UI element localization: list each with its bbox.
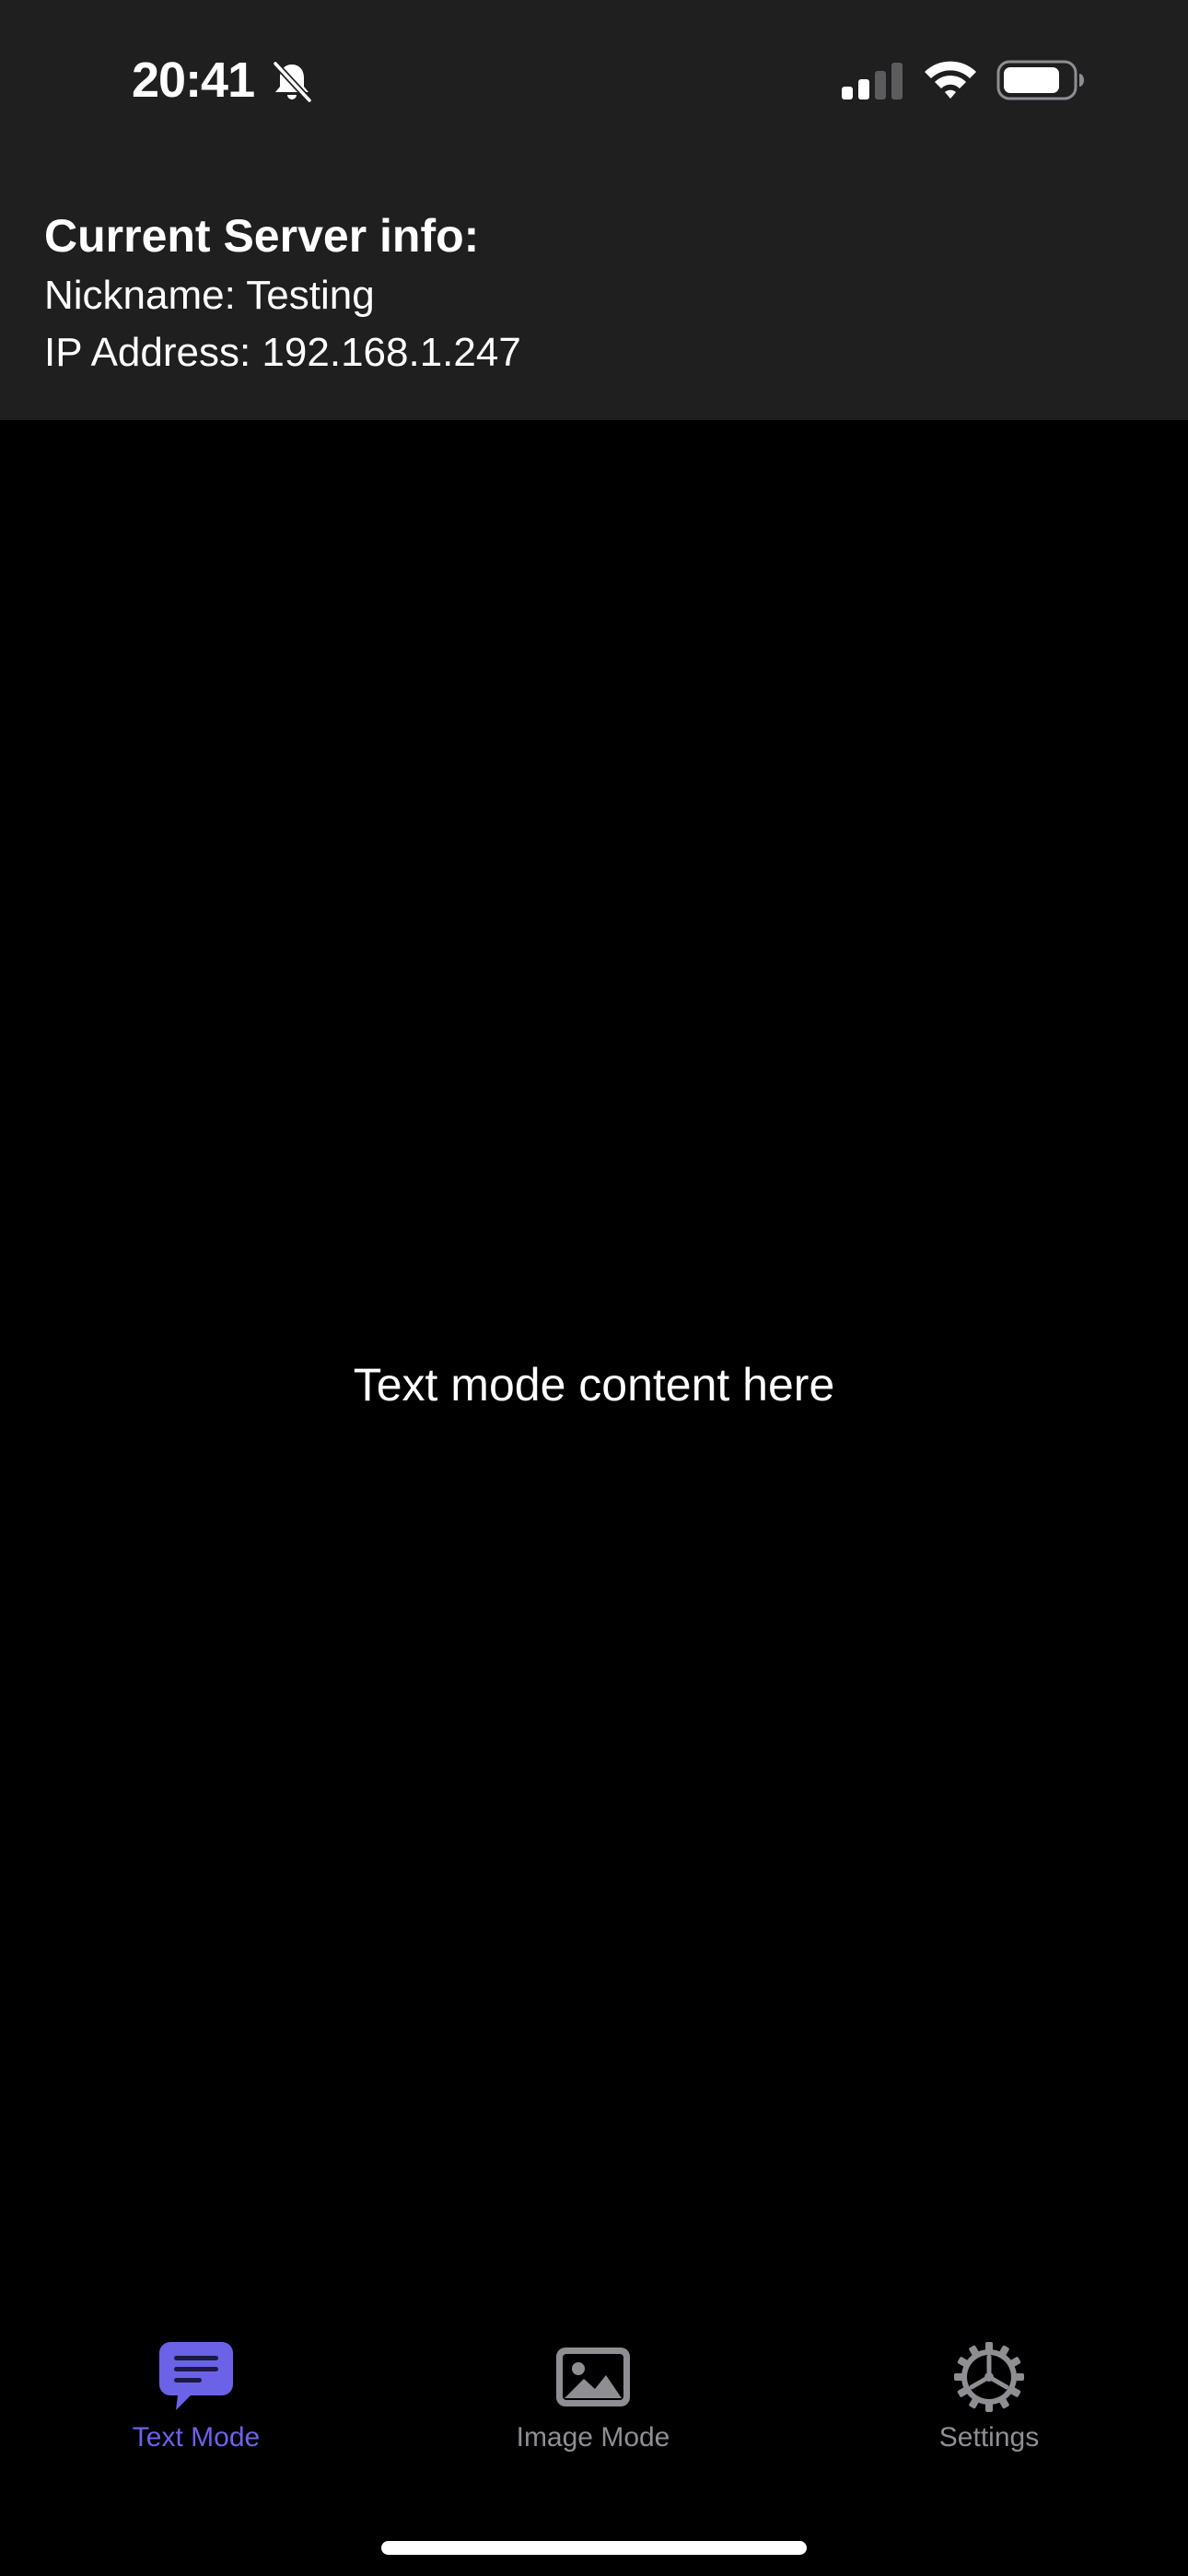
- bell-slash-icon: [272, 60, 313, 104]
- tab-text-mode-label: Text Mode: [132, 2422, 261, 2453]
- server-info: Current Server info: Nickname: Testing I…: [44, 205, 521, 381]
- text-mode-content: Text mode content here: [353, 1359, 835, 1411]
- app-header: 20:41 Current Server info: Nickname: Tes…: [0, 0, 1188, 420]
- tab-settings[interactable]: Settings: [851, 2340, 1127, 2488]
- wifi-icon: [925, 61, 976, 99]
- tab-bar: Text Mode Image Mode Settings: [0, 2340, 1188, 2488]
- battery-icon: [996, 60, 1084, 100]
- message-bubble-icon: [159, 2342, 233, 2410]
- tab-image-mode[interactable]: Image Mode: [455, 2340, 731, 2488]
- cellular-signal-icon: [842, 63, 903, 100]
- tab-settings-label: Settings: [938, 2422, 1040, 2453]
- server-nickname: Nickname: Testing: [44, 273, 375, 318]
- server-info-title: Current Server info:: [44, 210, 480, 262]
- status-time: 20:41: [132, 53, 255, 108]
- home-indicator: [381, 2541, 807, 2555]
- main-content: Text mode content here: [0, 420, 1188, 2300]
- server-ip-address: IP Address: 192.168.1.247: [44, 330, 521, 375]
- tab-text-mode[interactable]: Text Mode: [58, 2340, 334, 2488]
- tab-image-mode-label: Image Mode: [516, 2422, 670, 2453]
- gear-icon: [954, 2342, 1024, 2412]
- photo-icon: [556, 2348, 630, 2406]
- status-bar: 20:41: [0, 0, 1188, 161]
